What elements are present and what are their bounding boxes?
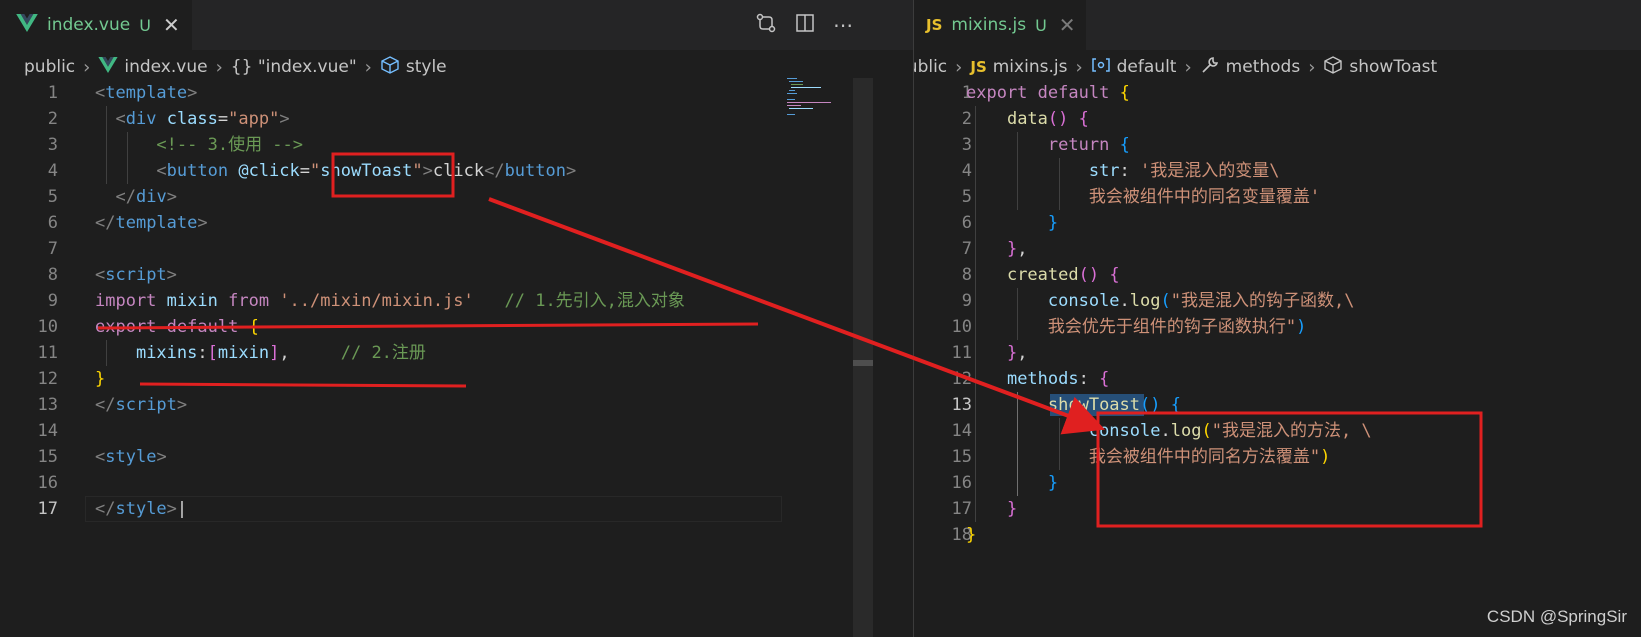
annotation-overlay	[97, 152, 1483, 528]
annotation-arrow	[488, 197, 1105, 435]
highlight-box-showtoast-attr	[331, 152, 455, 198]
underline-mixins	[139, 382, 467, 388]
underline-import	[97, 322, 759, 330]
highlight-box-showtoast-method	[1096, 411, 1483, 528]
